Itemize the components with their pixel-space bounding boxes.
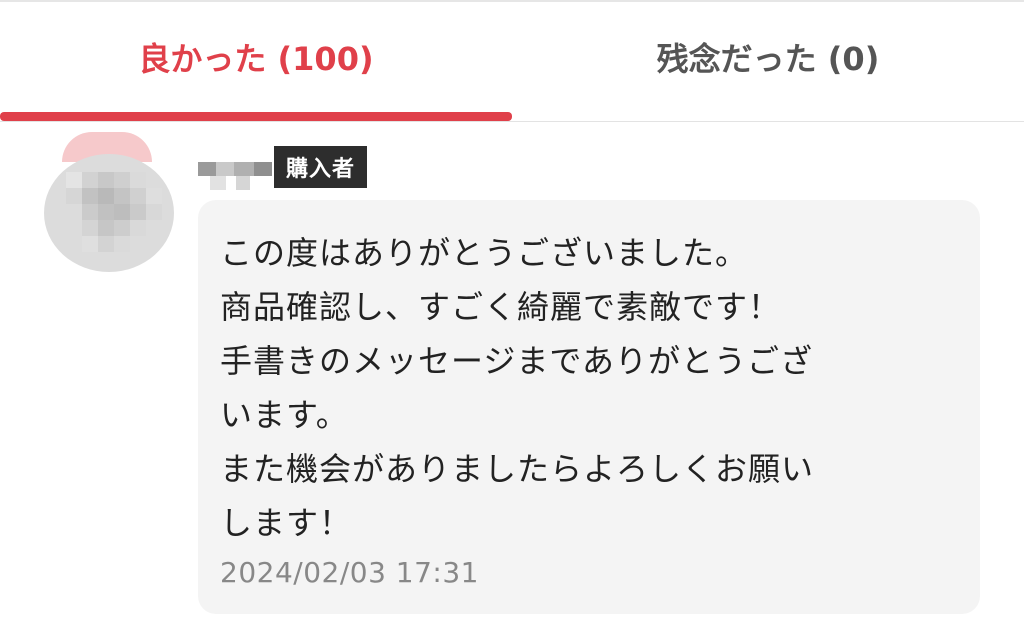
comment-line: います。 <box>220 396 349 434</box>
review-timestamp: 2024/02/03 17:31 <box>220 556 479 589</box>
comment-line: 商品確認し、すごく綺麗で素敵です！ <box>220 288 782 326</box>
tab-bad[interactable]: 残念だった (0) <box>512 2 1024 121</box>
review-comment-bubble: この度はありがとうございました。 商品確認し、すごく綺麗で素敵です！ 手書きのメ… <box>198 200 980 614</box>
tab-good-label: 良かった (100) <box>138 39 374 78</box>
comment-line: また機会がありましたらよろしくお願い <box>220 450 815 488</box>
avatar[interactable] <box>44 132 174 277</box>
tab-good[interactable]: 良かった (100) <box>0 2 512 121</box>
comment-line: 手書きのメッセージまでありがとうござ <box>220 342 814 380</box>
tab-bad-label: 残念だった (0) <box>656 39 880 78</box>
active-tab-indicator <box>0 112 512 121</box>
comment-line: この度はありがとうございました。 <box>220 234 749 272</box>
comment-line: します！ <box>220 504 353 542</box>
buyer-badge: 購入者 <box>274 146 368 188</box>
rating-tabs: 良かった (100) 残念だった (0) <box>0 2 1024 122</box>
review-page: 良かった (100) 残念だった (0) 購入者 この度はありがとうございました… <box>0 0 1024 628</box>
reviewer-name-mosaic <box>196 146 274 190</box>
reviewer-row: 購入者 <box>196 146 368 190</box>
